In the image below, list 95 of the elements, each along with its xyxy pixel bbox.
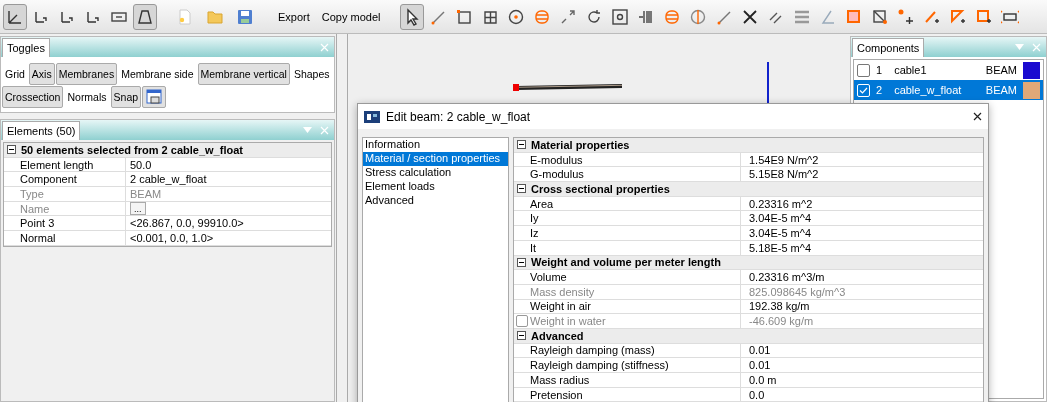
group-title: 50 elements selected from 2 cable_w_float bbox=[21, 143, 243, 156]
group-title: Weight and volume per meter length bbox=[531, 256, 721, 269]
property-name: Iz bbox=[530, 226, 539, 239]
property-value: <26.867, 0.0, 99910.0> bbox=[130, 217, 244, 230]
collapse-icon[interactable] bbox=[7, 145, 16, 155]
nav-item[interactable]: Element loads bbox=[363, 180, 508, 194]
cylinder-icon bbox=[662, 7, 681, 26]
view-button[interactable] bbox=[133, 3, 157, 30]
property-name: Element length bbox=[4, 157, 126, 172]
property-name: Volume bbox=[530, 271, 567, 284]
property-name: Mass density bbox=[530, 285, 595, 298]
property-name: Weight in air bbox=[530, 300, 591, 313]
property-name: Mass radius bbox=[530, 373, 590, 386]
group-title: Cross sectional properties bbox=[531, 182, 670, 195]
property-value: 50.0 bbox=[130, 158, 152, 171]
cross-icon bbox=[740, 7, 759, 26]
property-value[interactable]: 0.0 bbox=[741, 388, 983, 401]
property-name: It bbox=[530, 241, 537, 254]
property-value[interactable]: 5.15E8 N/m^2 bbox=[741, 168, 983, 181]
property-value[interactable]: 192.38 kg/m bbox=[741, 300, 983, 313]
add-triangle-icon bbox=[948, 7, 967, 26]
nav-item[interactable]: Material / section properties bbox=[363, 152, 508, 166]
cylinder-icon bbox=[532, 7, 551, 26]
toggle-button[interactable]: Membranes bbox=[55, 63, 118, 85]
property-name: G-modulus bbox=[530, 168, 584, 181]
nav-item[interactable]: Stress calculation bbox=[363, 166, 508, 180]
add-square-icon bbox=[974, 7, 993, 26]
panel-tab[interactable]: Components bbox=[852, 38, 925, 57]
component-number: 1 bbox=[876, 64, 883, 76]
toggle-button[interactable] bbox=[142, 86, 167, 108]
property-value[interactable]: 3.04E-5 m^4 bbox=[741, 226, 983, 239]
toggle-button[interactable]: Membrane vertical bbox=[197, 63, 290, 85]
tool-button[interactable] bbox=[399, 3, 424, 30]
save-icon[interactable] bbox=[236, 7, 254, 26]
group-title: Material properties bbox=[531, 138, 630, 151]
component-name: cable1 bbox=[894, 64, 928, 76]
view-button[interactable] bbox=[3, 3, 27, 30]
property-value[interactable]: 0.0 m bbox=[741, 373, 983, 386]
property-name: Point 3 bbox=[4, 216, 126, 231]
toggle-button[interactable]: Snap bbox=[110, 86, 142, 108]
toggle-button[interactable]: Axis bbox=[28, 63, 55, 85]
close-icon[interactable] bbox=[973, 112, 982, 121]
property-name: E-modulus bbox=[530, 153, 583, 166]
collapse-icon[interactable] bbox=[517, 257, 526, 267]
square-icon bbox=[844, 7, 863, 26]
nav-item[interactable]: Advanced bbox=[363, 194, 508, 208]
component-row[interactable]: 2 cable_w_float BEAM bbox=[854, 80, 1043, 100]
property-value: BEAM bbox=[130, 187, 162, 200]
color-swatch[interactable] bbox=[1023, 81, 1040, 99]
toggle-button[interactable]: Crossection bbox=[2, 86, 64, 108]
app-icon bbox=[364, 109, 380, 124]
component-row[interactable]: 1 cable1 BEAM bbox=[854, 60, 1043, 80]
property-name: Weight in water bbox=[530, 315, 606, 328]
property-name: Name bbox=[4, 201, 126, 216]
component-number: 2 bbox=[876, 84, 883, 96]
property-value: <0.001, 0.0, 1.0> bbox=[130, 231, 214, 244]
property-value[interactable]: 0.23316 m^3/m bbox=[741, 271, 983, 284]
property-value[interactable]: 0.23316 m^2 bbox=[741, 197, 983, 210]
property-name: Rayleigh damping (mass) bbox=[530, 344, 655, 357]
property-value[interactable]: 1.54E9 N/m^2 bbox=[741, 153, 983, 166]
checkbox[interactable] bbox=[857, 63, 870, 77]
square-icon bbox=[870, 7, 889, 26]
component-type: BEAM bbox=[985, 64, 1017, 76]
half-circle-icon bbox=[688, 7, 707, 26]
circle-icon bbox=[506, 7, 525, 26]
component-name: cable_w_float bbox=[894, 84, 963, 96]
property-value: 2 cable_w_float bbox=[130, 173, 207, 186]
property-value[interactable]: 0.01 bbox=[741, 344, 983, 357]
group-title: Advanced bbox=[531, 329, 584, 342]
property-name: Component bbox=[4, 172, 126, 187]
color-swatch[interactable] bbox=[1023, 61, 1040, 79]
property-name: Area bbox=[530, 197, 554, 210]
rectangle-icon bbox=[454, 7, 473, 26]
property-value[interactable]: 5.18E-5 m^4 bbox=[741, 241, 983, 254]
property-name: Type bbox=[4, 187, 126, 201]
fit-icon bbox=[610, 7, 629, 26]
toolbar-button[interactable]: Copy model bbox=[316, 10, 386, 23]
property-name: Rayleigh damping (stiffness) bbox=[530, 359, 669, 372]
collapse-icon[interactable] bbox=[517, 331, 526, 341]
panel-tab[interactable]: Toggles bbox=[2, 38, 50, 57]
add-point-icon bbox=[896, 7, 915, 26]
chain-icon bbox=[1000, 7, 1019, 26]
component-type: BEAM bbox=[985, 84, 1017, 96]
property-value[interactable]: 0.01 bbox=[741, 359, 983, 372]
property-name: Iy bbox=[530, 212, 539, 225]
dialog-title: Edit beam: 2 cable_w_float bbox=[386, 109, 531, 124]
trapezoid-icon bbox=[136, 7, 154, 26]
property-name: Pretension bbox=[530, 388, 583, 401]
panel-tab[interactable]: Elements (50) bbox=[2, 121, 81, 140]
nav-item[interactable]: Information bbox=[363, 138, 508, 152]
collapse-icon[interactable] bbox=[517, 184, 526, 194]
toolbar-button[interactable]: Export bbox=[273, 10, 315, 23]
property-name: Normal bbox=[4, 231, 126, 245]
collapse-icon[interactable] bbox=[517, 140, 526, 150]
property-value[interactable]: 3.04E-5 m^4 bbox=[741, 212, 983, 225]
